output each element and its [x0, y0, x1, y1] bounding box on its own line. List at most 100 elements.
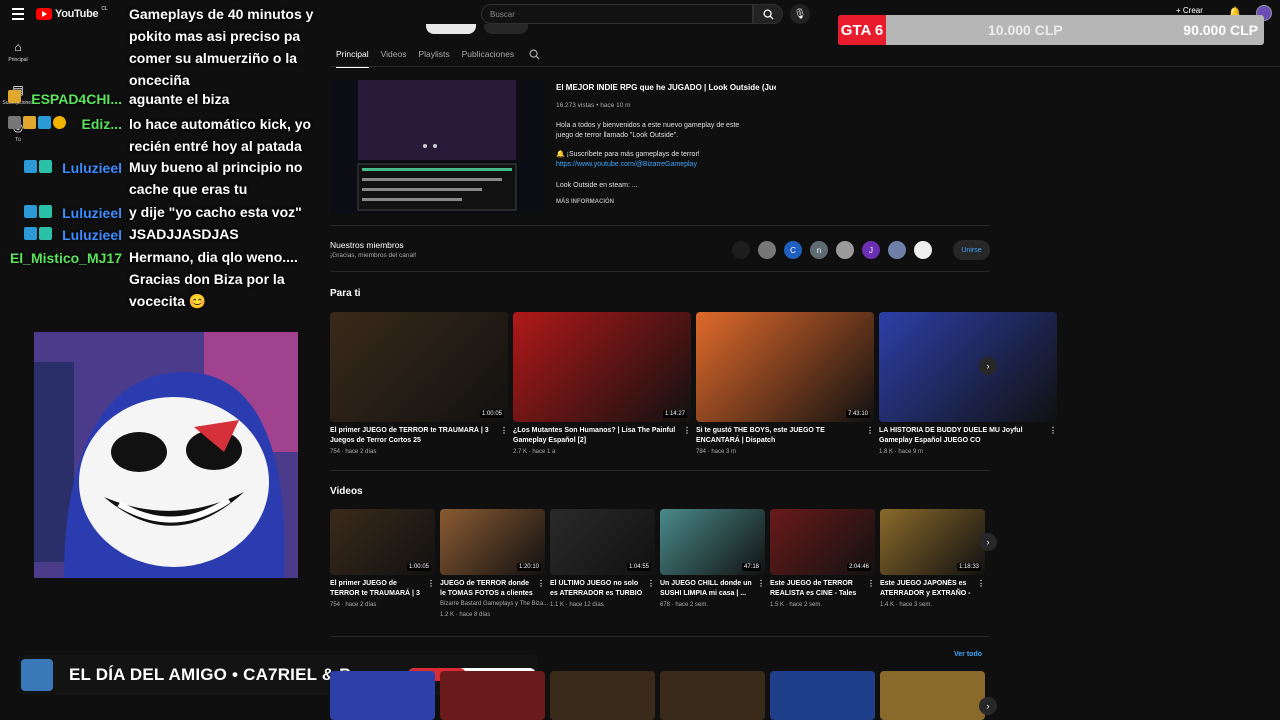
video-title[interactable]: LA HISTORIA DE BUDDY DUELE MU Joyful Gam… [879, 426, 1045, 446]
more-options-icon[interactable]: ⋮ [757, 579, 765, 588]
section-divider [330, 225, 990, 226]
chat-badges [24, 160, 52, 173]
video-thumbnail[interactable] [880, 671, 985, 720]
video-card[interactable]: 7:43:10 Si te gustó THE BOYS, este JUEGO … [696, 312, 874, 482]
create-button[interactable]: + Crear [1176, 6, 1203, 15]
video-thumbnail[interactable] [770, 671, 875, 720]
channel-link[interactable]: https://www.youtube.com/@BizarreGameplay [556, 160, 756, 170]
more-options-icon[interactable]: ⋮ [500, 426, 508, 435]
video-meta: 678 · hace 2 sem. [660, 602, 709, 608]
more-options-icon[interactable]: ⋮ [427, 579, 435, 588]
featured-video-thumbnail[interactable] [330, 80, 544, 213]
video-duration: 1:20:10 [516, 563, 541, 571]
video-channel[interactable]: Bizarre Bastard Gameplays y The Biza... [440, 601, 548, 607]
badge-icon [38, 116, 51, 129]
badge-icon [8, 116, 21, 129]
member-avatar[interactable] [732, 241, 750, 259]
featured-video-description: Hola a todos y bienvenidos a este nuevo … [556, 121, 756, 191]
join-button[interactable]: Unirse [953, 240, 990, 260]
more-options-icon[interactable]: ⋮ [1049, 426, 1057, 435]
join-channel-button[interactable] [484, 24, 528, 34]
member-avatar[interactable] [836, 241, 854, 259]
chat-badges [24, 205, 52, 218]
video-meta: 784 · hace 3 m [696, 449, 737, 455]
subscribe-button[interactable] [426, 24, 476, 34]
video-thumbnail[interactable] [513, 312, 691, 422]
badge-icon [24, 205, 37, 218]
video-thumbnail[interactable] [879, 312, 1057, 422]
see-all-link[interactable]: Ver todo [954, 651, 982, 658]
video-thumbnail[interactable] [550, 671, 655, 720]
badge-icon [39, 227, 52, 240]
featured-video-meta: 16.273 vistas • hace 10 m [556, 102, 631, 109]
search-button[interactable] [753, 4, 783, 24]
video-card[interactable]: 1:00:05 El primer JUEGO de TERROR te TRAU… [330, 509, 435, 635]
video-thumbnail[interactable] [330, 671, 435, 720]
member-avatar[interactable]: C [784, 241, 802, 259]
member-avatar[interactable] [758, 241, 776, 259]
more-options-icon[interactable]: ⋮ [977, 579, 985, 588]
badge-icon [24, 160, 37, 173]
video-title[interactable]: El ÚLTIMO JUEGO no solo es ATERRADOR es … [550, 579, 643, 599]
video-card[interactable]: LA HISTORIA DE BUDDY DUELE MU Joyful Gam… [879, 312, 1057, 482]
video-card[interactable]: 1:14:27 ¿Los Mutantes Son Humanos? | Lisa… [513, 312, 691, 482]
member-avatar[interactable]: n [810, 241, 828, 259]
video-meta: 754 · hace 2 días [330, 602, 377, 608]
video-card[interactable]: 1:18:33 Este JUEGO JAPONÉS es ATERRADOR y… [880, 509, 985, 635]
video-title[interactable]: ¿Los Mutantes Son Humanos? | Lisa The Pa… [513, 426, 679, 446]
more-options-icon[interactable]: ⋮ [647, 579, 655, 588]
video-card[interactable]: 1:20:10 JUEGO de TERROR donde le TOMAS FO… [440, 509, 548, 635]
badge-icon [39, 205, 52, 218]
mic-icon: 🎙 [793, 8, 807, 20]
mascot-illustration [34, 332, 298, 578]
members-title: Nuestros miembros [330, 240, 404, 250]
video-title[interactable]: Este JUEGO de TERROR REALISTA es CINE - … [770, 579, 863, 599]
video-duration: 47:18 [741, 563, 761, 571]
member-avatar[interactable] [888, 241, 906, 259]
tabs-divider [330, 66, 1280, 67]
video-title[interactable]: Si te gustó THE BOYS, este JUEGO TE ENCA… [696, 426, 862, 446]
video-title[interactable]: JUEGO de TERROR donde le TOMAS FOTOS a c… [440, 579, 533, 599]
video-thumbnail[interactable] [696, 312, 874, 422]
video-thumbnail[interactable] [660, 671, 765, 720]
menu-icon[interactable] [12, 8, 24, 20]
now-playing-cover [21, 659, 53, 691]
featured-game-scene [330, 80, 544, 213]
video-thumbnail[interactable] [440, 671, 545, 720]
guide-item-home[interactable]: ⌂ Principal [0, 40, 36, 63]
video-duration: 1:14:27 [662, 410, 687, 418]
next-arrow-button[interactable]: › [979, 533, 997, 551]
more-options-icon[interactable]: ⋮ [537, 579, 545, 588]
video-meta: 1.1 K · hace 12 días [550, 602, 604, 608]
channel-search-icon[interactable] [529, 49, 540, 60]
video-duration: 7:43:10 [845, 410, 870, 418]
video-title[interactable]: El primer JUEGO de TERROR te TRAUMARÁ | … [330, 426, 496, 446]
section-divider [330, 636, 990, 637]
section-title-videos: Videos [330, 486, 363, 497]
next-arrow-button[interactable]: › [979, 697, 997, 715]
video-card[interactable]: 47:18 Un JUEGO CHILL donde un SUSHI LIMPI… [660, 509, 765, 635]
member-avatar[interactable] [914, 241, 932, 259]
more-options-icon[interactable]: ⋮ [866, 426, 874, 435]
video-card[interactable]: 1:04:55 El ÚLTIMO JUEGO no solo es ATERRA… [550, 509, 655, 635]
more-info-link[interactable]: MÁS INFORMACIÓN [556, 199, 614, 205]
more-options-icon[interactable]: ⋮ [683, 426, 691, 435]
video-title[interactable]: Un JUEGO CHILL donde un SUSHI LIMPIA mi … [660, 579, 753, 599]
video-duration: 1:04:55 [626, 563, 651, 571]
next-arrow-button[interactable]: › [979, 357, 997, 375]
streamer-mascot-image [34, 332, 298, 578]
featured-video-title[interactable]: El MEJOR INDIE RPG que he JUGADO | Look … [556, 83, 776, 92]
search-input[interactable]: Buscar [481, 4, 753, 24]
member-avatar[interactable]: J [862, 241, 880, 259]
search-icon [762, 8, 774, 20]
video-card[interactable]: 2:04:46 Este JUEGO de TERROR REALISTA es … [770, 509, 875, 635]
video-title[interactable]: El primer JUEGO de TERROR te TRAUMARÁ | … [330, 579, 423, 599]
youtube-logo[interactable]: YouTube CL [36, 6, 108, 20]
more-options-icon[interactable]: ⋮ [867, 579, 875, 588]
video-card[interactable]: 1:00:05 El primer JUEGO de TERROR te TRAU… [330, 312, 508, 482]
voice-search-button[interactable]: 🎙 [790, 4, 810, 24]
video-thumbnail[interactable] [330, 312, 508, 422]
video-meta: 1.5 K · hace 2 sem. [770, 602, 823, 608]
video-title[interactable]: Este JUEGO JAPONÉS es ATERRADOR y EXTRAÑ… [880, 579, 973, 599]
chat-badges [24, 227, 52, 240]
